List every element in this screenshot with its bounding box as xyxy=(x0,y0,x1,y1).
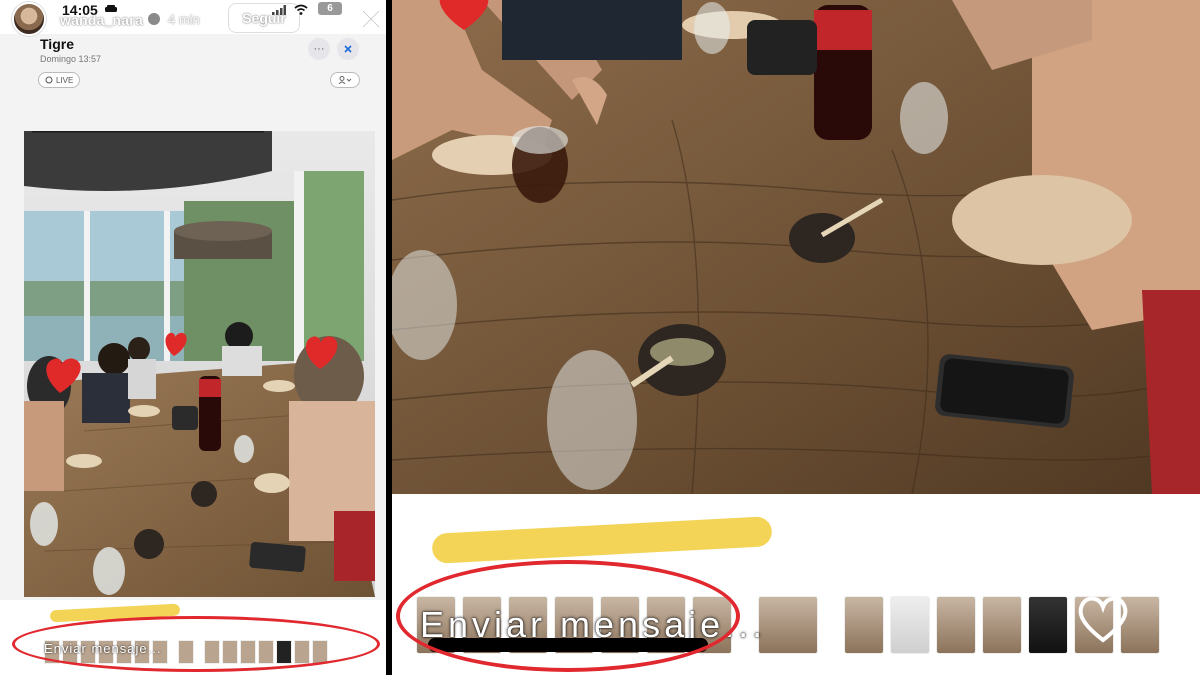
story-time-ago: 4 min xyxy=(168,12,200,27)
thumbnail[interactable] xyxy=(982,596,1022,654)
close-icon[interactable] xyxy=(360,8,382,30)
person-icon[interactable] xyxy=(330,72,360,88)
verified-icon xyxy=(148,13,160,25)
thumbnail[interactable] xyxy=(758,596,818,654)
annotation-circle xyxy=(396,560,740,672)
wifi-icon xyxy=(294,4,308,15)
yellow-highlight xyxy=(431,516,773,564)
zoom-photo xyxy=(392,0,1200,494)
zoom-panel: Enviar mensaje... xyxy=(392,0,1200,675)
heart-outline-icon[interactable] xyxy=(1074,594,1132,644)
composite-screenshot: 14:05 wanda_nara 4 min Seguir 6 Tigre Do… xyxy=(0,0,1200,675)
live-icon xyxy=(45,76,53,84)
story-panel: 14:05 wanda_nara 4 min Seguir 6 Tigre Do… xyxy=(0,0,386,675)
follow-button[interactable]: Seguir xyxy=(228,3,300,33)
thumbnail[interactable] xyxy=(844,596,884,654)
annotation-circle xyxy=(12,616,380,672)
story-photo xyxy=(24,131,375,597)
close-icon xyxy=(344,45,352,53)
more-icon[interactable]: ··· xyxy=(308,38,330,60)
event-title: Tigre xyxy=(40,36,74,52)
dismiss-button[interactable] xyxy=(337,38,359,60)
signal-icon xyxy=(272,5,286,15)
thumbnail[interactable] xyxy=(936,596,976,654)
thumbnail[interactable] xyxy=(1028,596,1068,654)
live-chip[interactable]: LIVE xyxy=(38,72,81,88)
live-label: LIVE xyxy=(56,75,74,85)
event-date: Domingo 13:57 xyxy=(40,54,102,64)
story-username[interactable]: wanda_nara xyxy=(60,12,143,28)
thumbnail[interactable] xyxy=(890,596,930,654)
avatar[interactable] xyxy=(12,2,46,36)
battery-icon: 6 xyxy=(318,2,342,15)
